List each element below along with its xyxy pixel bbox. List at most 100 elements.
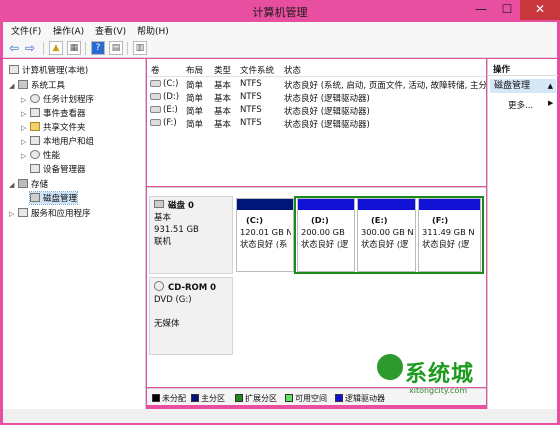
partition-status: 状态良好 (系 [240, 239, 288, 249]
legend-item: 未分配 [152, 393, 186, 404]
expand-icon[interactable]: ◢ [9, 181, 16, 189]
menu-file[interactable]: 文件(F) [11, 24, 41, 37]
table-row[interactable]: (E:) 简单 基本 NTFS 状态良好 (逻辑驱动器) [147, 105, 486, 117]
clock-icon [30, 94, 40, 103]
watermark-logo-icon [375, 352, 405, 382]
status-cell: 状态良好 (逻辑驱动器) [284, 107, 370, 117]
expand-icon[interactable]: ▷ [21, 138, 28, 146]
collapse-arrow-icon[interactable]: ▲ [548, 79, 553, 93]
drive-icon [150, 106, 161, 113]
expand-icon[interactable]: ◢ [9, 82, 16, 90]
toolbar: ⇦ ⇨ ▲ ▦ ? ▤ ▥ [3, 39, 557, 58]
up-folder-icon[interactable]: ▲ [49, 41, 63, 55]
expand-icon[interactable]: ▷ [9, 210, 16, 218]
partition-c[interactable]: (C:) 120.01 GB N 状态良好 (系 [236, 198, 294, 272]
partition-size: 120.01 GB N [240, 227, 291, 237]
status-cell: 状态良好 (系统, 启动, 页面文件, 活动, 故障转储, 主分 [284, 81, 486, 91]
expand-icon[interactable]: ▷ [21, 110, 28, 118]
drive-icon [150, 93, 161, 100]
tools-icon [18, 80, 28, 89]
volume-list: 卷 布局 类型 文件系统 状态 (C:) 简单 基本 NTFS 状态良好 (系统… [147, 59, 486, 186]
status-cell: 状态良好 (逻辑驱动器) [284, 94, 370, 104]
partition-d[interactable]: (D:) 200.00 GB 状态良好 (逻 [297, 198, 355, 272]
tree-item-storage[interactable]: ◢ 存储 [9, 178, 48, 190]
column-header-status[interactable]: 状态 [284, 64, 301, 76]
filesystem-cell: NTFS [240, 118, 262, 128]
menu-help[interactable]: 帮助(H) [137, 24, 169, 37]
cdrom-0-info[interactable]: CD-ROM 0 DVD (G:) 无媒体 [149, 277, 233, 355]
table-row[interactable]: (C:) 简单 基本 NTFS 状态良好 (系统, 启动, 页面文件, 活动, … [147, 79, 486, 91]
layout-cell: 简单 [186, 81, 204, 91]
disk-icon [30, 193, 40, 202]
watermark-text: 系统城 [405, 361, 475, 387]
disk-state: 联机 [154, 237, 172, 247]
column-header-filesystem[interactable]: 文件系统 [240, 64, 274, 76]
tree-item-task-scheduler[interactable]: ▷ 任务计划程序 [21, 93, 94, 105]
menu-bar: 文件(F) 操作(A) 查看(V) 帮助(H) [3, 22, 557, 39]
back-arrow-icon[interactable]: ⇦ [9, 42, 19, 54]
services-icon [18, 208, 28, 217]
properties-icon[interactable]: ▦ [67, 41, 81, 55]
menu-action[interactable]: 操作(A) [53, 24, 84, 37]
type-cell: 基本 [214, 120, 232, 130]
table-row[interactable]: (F:) 简单 基本 NTFS 状态良好 (逻辑驱动器) [147, 118, 486, 130]
performance-icon [30, 150, 40, 159]
expand-icon[interactable]: ▷ [21, 96, 28, 104]
partition-size: 200.00 GB [301, 227, 345, 237]
cdrom-name: CD-ROM 0 [168, 283, 217, 293]
users-icon [30, 136, 40, 145]
partition-e[interactable]: (E:) 300.00 GB N 状态良好 (逻 [357, 198, 416, 272]
menu-view[interactable]: 查看(V) [95, 24, 126, 37]
disk-size: 931.51 GB [154, 225, 199, 235]
partition-status: 状态良好 (逻 [361, 239, 409, 249]
partition-label: (F:) [432, 215, 449, 225]
tree-item-local-users[interactable]: ▷ 本地用户和组 [21, 135, 94, 147]
export-list-icon[interactable]: ▥ [133, 41, 147, 55]
forward-arrow-icon[interactable]: ⇨ [25, 42, 35, 54]
tree-item-event-viewer[interactable]: ▷ 事件查看器 [21, 107, 86, 119]
cdrom-drive: DVD (G:) [154, 295, 192, 305]
expand-icon[interactable]: ▷ [21, 124, 28, 132]
action-disk-management[interactable]: 磁盘管理 ▲ [490, 79, 556, 93]
tree-item-disk-management[interactable]: 磁盘管理 [28, 191, 79, 205]
help-icon[interactable]: ? [91, 41, 105, 55]
tree-item-performance[interactable]: ▷ 性能 [21, 149, 60, 161]
disk-type: 基本 [154, 213, 172, 223]
cdrom-media: 无媒体 [154, 319, 180, 329]
maximize-button[interactable]: ☐ [494, 0, 520, 20]
layout-cell: 简单 [186, 94, 204, 104]
drive-icon [150, 80, 161, 87]
tree-item-shared-folders[interactable]: ▷ 共享文件夹 [21, 121, 86, 133]
layout-cell: 简单 [186, 120, 204, 130]
column-header-volume[interactable]: 卷 [151, 64, 160, 76]
table-row[interactable]: (D:) 简单 基本 NTFS 状态良好 (逻辑驱动器) [147, 92, 486, 104]
partition-bar [419, 199, 480, 210]
legend-swatch [235, 394, 243, 402]
column-header-type[interactable]: 类型 [214, 64, 231, 76]
navigation-tree: 计算机管理(本地) ◢ 系统工具 ▷ 任务计划程序 ▷ 事件查看器 ▷ 共享文件夹 ▷ 本… [3, 59, 146, 409]
expand-icon[interactable]: ▷ [21, 152, 28, 160]
volume-cell: (F:) [150, 118, 177, 128]
toolbar-separator [43, 42, 44, 55]
legend-item: 主分区 [191, 393, 225, 404]
tree-item-device-manager[interactable]: 设备管理器 [30, 163, 86, 175]
volume-list-header: 卷 布局 类型 文件系统 状态 [147, 63, 486, 77]
legend-item: 可用空间 [285, 393, 327, 404]
column-header-layout[interactable]: 布局 [186, 64, 203, 76]
partition-size: 300.00 GB N [361, 227, 413, 237]
disk-icon [154, 200, 164, 208]
status-cell: 状态良好 (逻辑驱动器) [284, 120, 370, 130]
disk-0-info[interactable]: 磁盘 0 基本 931.51 GB 联机 [149, 196, 233, 274]
tree-item-services-apps[interactable]: ▷ 服务和应用程序 [9, 207, 91, 219]
minimize-button[interactable]: — [468, 0, 494, 20]
volume-cell: (C:) [150, 79, 178, 89]
close-button[interactable]: ✕ [520, 0, 560, 20]
partition-f[interactable]: (F:) 311.49 GB N 状态良好 (逻 [418, 198, 481, 272]
drive-icon [150, 119, 161, 126]
action-more[interactable]: 更多... ▶ [508, 99, 553, 111]
view-icon[interactable]: ▤ [109, 41, 123, 55]
computer-icon [9, 65, 19, 74]
type-cell: 基本 [214, 107, 232, 117]
tree-item-computer-management[interactable]: 计算机管理(本地) [9, 64, 88, 76]
tree-item-system-tools[interactable]: ◢ 系统工具 [9, 79, 65, 91]
